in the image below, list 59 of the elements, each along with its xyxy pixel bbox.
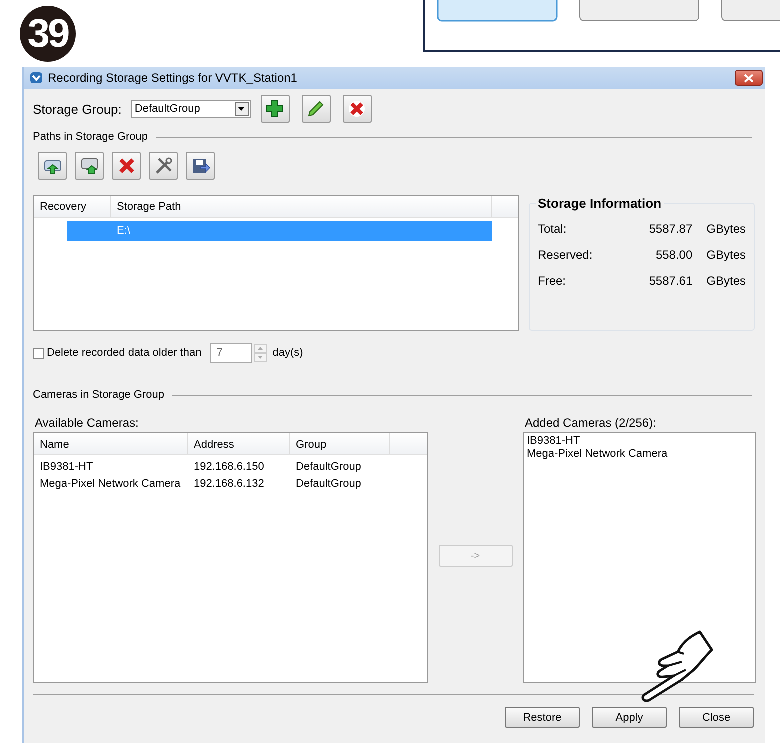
section-title: Cameras in Storage Group <box>33 389 164 401</box>
app-logo-icon <box>30 72 43 84</box>
column-header[interactable]: Address <box>188 433 290 454</box>
section-title: Paths in Storage Group <box>33 131 148 143</box>
table-cell-text: 192.168.6.132 <box>193 478 266 490</box>
table-cell-text: DefaultGroup <box>295 460 362 472</box>
panel-title: Storage Information <box>536 196 664 211</box>
column-header[interactable]: Name <box>34 433 188 454</box>
list-item[interactable]: IB9381-HT <box>527 435 752 448</box>
table-cell-text: 192.168.6.150 <box>193 460 266 472</box>
checkbox[interactable] <box>33 348 44 358</box>
info-label: Total: <box>538 222 568 236</box>
x-mark-icon <box>116 156 136 176</box>
edit-button[interactable] <box>302 95 331 123</box>
list-title: Available Cameras: <box>35 416 140 429</box>
unit-label: day(s) <box>272 347 304 359</box>
pencil-icon <box>306 99 326 119</box>
info-label: Reserved: <box>538 248 594 262</box>
storage-group-label: Storage Group: <box>33 102 122 116</box>
info-value: 558.00 <box>654 248 693 262</box>
storage-group-dropdown[interactable]: DefaultGroup <box>130 100 251 118</box>
tools-icon <box>154 156 174 176</box>
table-cell-text: DefaultGroup <box>295 478 362 490</box>
checkbox-label: Delete recorded data older than <box>47 347 202 359</box>
dialog-button[interactable]: Restore <box>505 707 580 728</box>
import-path-button[interactable] <box>75 152 104 180</box>
drive-arrow-icon <box>80 156 100 176</box>
dialog-button[interactable]: Apply <box>592 707 667 728</box>
dialog-button[interactable]: Close <box>679 707 754 728</box>
add-button[interactable] <box>260 95 290 123</box>
floppy-disk-icon <box>190 156 210 176</box>
column-header[interactable]: Storage Path <box>111 196 492 217</box>
unit-label: GBytes <box>706 274 746 288</box>
close-button[interactable] <box>735 70 763 86</box>
remove-path-button[interactable] <box>112 152 141 180</box>
info-label: Free: <box>538 274 568 288</box>
unit-label: GBytes <box>706 222 746 236</box>
column-header[interactable]: Group <box>290 433 390 454</box>
list-item[interactable]: Mega-Pixel Network Camera <box>527 448 752 461</box>
caret-icon <box>238 107 246 111</box>
window-title: Recording Storage Settings for VVTK_Station1 <box>48 71 298 85</box>
add-path-button[interactable] <box>38 152 67 180</box>
up-arrow-icon <box>258 347 263 350</box>
down-arrow-icon <box>258 356 263 359</box>
delete-button[interactable] <box>342 95 372 123</box>
close-icon <box>744 74 754 82</box>
save-button[interactable] <box>186 152 215 180</box>
plus-icon <box>265 99 286 119</box>
info-value: 5587.87 <box>648 222 693 236</box>
table-cell-text: IB9381-HT <box>39 460 94 472</box>
x-mark-icon <box>347 99 368 119</box>
list-title: Added Cameras (2/256): <box>525 416 658 429</box>
step-number-badge: 39 <box>20 6 76 62</box>
info-value: 5587.61 <box>648 274 693 288</box>
days-spin-field[interactable]: 7 <box>210 343 252 363</box>
column-header[interactable]: Recovery <box>34 196 111 217</box>
table-cell-text: Mega-Pixel Network Camera <box>39 478 182 490</box>
tools-button[interactable] <box>149 152 178 180</box>
unit-label: GBytes <box>706 248 746 262</box>
